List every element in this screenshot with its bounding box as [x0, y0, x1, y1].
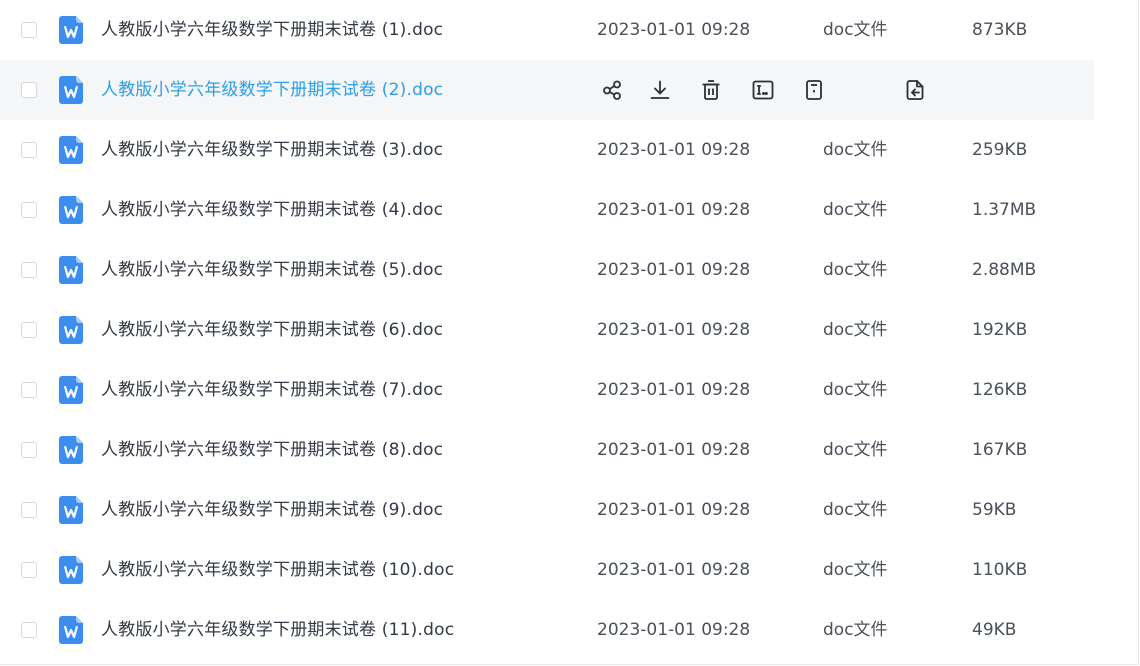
- modified-time: 2023-01-01 09:28: [597, 140, 751, 160]
- modified-time: 2023-01-01 09:28: [597, 200, 751, 220]
- file-name[interactable]: 人教版小学六年级数学下册期末试卷 (3).doc: [101, 120, 443, 180]
- file-type: doc文件: [823, 500, 888, 520]
- file-name[interactable]: 人教版小学六年级数学下册期末试卷 (10).doc: [101, 540, 454, 600]
- file-type: doc文件: [823, 560, 888, 580]
- file-size: 873KB: [972, 20, 1028, 40]
- modified-time: 2023-01-01 09:28: [597, 560, 751, 580]
- file-size: 1.37MB: [972, 200, 1037, 220]
- word-doc-icon: [59, 556, 83, 584]
- file-type: doc文件: [823, 380, 888, 400]
- file-name[interactable]: 人教版小学六年级数学下册期末试卷 (5).doc: [101, 240, 443, 300]
- file-checkbox[interactable]: [21, 22, 37, 38]
- file-info-icon[interactable]: [802, 78, 826, 102]
- file-list: 人教版小学六年级数学下册期末试卷 (1).doc 2023-01-01 09:28…: [0, 0, 1094, 660]
- file-checkbox[interactable]: [21, 262, 37, 278]
- download-icon[interactable]: [648, 78, 672, 102]
- file-type: doc文件: [823, 620, 888, 640]
- file-size: 259KB: [972, 140, 1028, 160]
- file-checkbox[interactable]: [21, 622, 37, 638]
- word-doc-icon: [59, 496, 83, 524]
- file-size: 110KB: [972, 560, 1028, 580]
- share-icon[interactable]: [600, 78, 624, 102]
- file-row[interactable]: 人教版小学六年级数学下册期末试卷 (4).doc 2023-01-01 09:28…: [0, 180, 1094, 240]
- file-name[interactable]: 人教版小学六年级数学下册期末试卷 (8).doc: [101, 420, 443, 480]
- file-row[interactable]: 人教版小学六年级数学下册期末试卷 (9).doc 2023-01-01 09:28…: [0, 480, 1094, 540]
- row-actions: [0, 60, 1094, 120]
- file-type: doc文件: [823, 260, 888, 280]
- file-name[interactable]: 人教版小学六年级数学下册期末试卷 (1).doc: [101, 0, 443, 60]
- modified-time: 2023-01-01 09:28: [597, 380, 751, 400]
- file-size: 49KB: [972, 620, 1017, 640]
- file-size: 59KB: [972, 500, 1017, 520]
- modified-time: 2023-01-01 09:28: [597, 20, 751, 40]
- file-name[interactable]: 人教版小学六年级数学下册期末试卷 (7).doc: [101, 360, 443, 420]
- file-size: 192KB: [972, 320, 1028, 340]
- word-doc-icon: [59, 256, 83, 284]
- modified-time: 2023-01-01 09:28: [597, 260, 751, 280]
- file-row[interactable]: 人教版小学六年级数学下册期末试卷 (11).doc 2023-01-01 09:2…: [0, 600, 1094, 660]
- file-name[interactable]: 人教版小学六年级数学下册期末试卷 (9).doc: [101, 480, 443, 540]
- modified-time: 2023-01-01 09:28: [597, 440, 751, 460]
- file-row[interactable]: 人教版小学六年级数学下册期末试卷 (6).doc 2023-01-01 09:28…: [0, 300, 1094, 360]
- file-row[interactable]: 人教版小学六年级数学下册期末试卷 (3).doc 2023-01-01 09:28…: [0, 120, 1094, 180]
- word-doc-icon: [59, 436, 83, 464]
- file-row[interactable]: 人教版小学六年级数学下册期末试卷 (1).doc 2023-01-01 09:28…: [0, 0, 1094, 60]
- file-name[interactable]: 人教版小学六年级数学下册期末试卷 (4).doc: [101, 180, 443, 240]
- file-checkbox[interactable]: [21, 502, 37, 518]
- word-doc-icon: [59, 376, 83, 404]
- file-size: 2.88MB: [972, 260, 1037, 280]
- file-checkbox[interactable]: [21, 382, 37, 398]
- file-type: doc文件: [823, 440, 888, 460]
- word-doc-icon: [59, 316, 83, 344]
- file-type: doc文件: [823, 140, 888, 160]
- file-row[interactable]: 人教版小学六年级数学下册期末试卷 (2).doc: [0, 60, 1094, 120]
- file-row[interactable]: 人教版小学六年级数学下册期末试卷 (8).doc 2023-01-01 09:28…: [0, 420, 1094, 480]
- delete-icon[interactable]: [699, 78, 723, 102]
- file-checkbox[interactable]: [21, 562, 37, 578]
- word-doc-icon: [59, 616, 83, 644]
- file-list-panel: 人教版小学六年级数学下册期末试卷 (1).doc 2023-01-01 09:28…: [0, 0, 1139, 665]
- modified-time: 2023-01-01 09:28: [597, 500, 751, 520]
- modified-time: 2023-01-01 09:28: [597, 320, 751, 340]
- file-checkbox[interactable]: [21, 142, 37, 158]
- word-doc-icon: [59, 136, 83, 164]
- file-type: doc文件: [823, 20, 888, 40]
- file-size: 126KB: [972, 380, 1028, 400]
- file-name[interactable]: 人教版小学六年级数学下册期末试卷 (11).doc: [101, 600, 454, 660]
- file-name[interactable]: 人教版小学六年级数学下册期末试卷 (6).doc: [101, 300, 443, 360]
- file-checkbox[interactable]: [21, 442, 37, 458]
- rename-icon[interactable]: [751, 78, 775, 102]
- file-checkbox[interactable]: [21, 202, 37, 218]
- move-file-icon[interactable]: [903, 78, 927, 102]
- file-type: doc文件: [823, 320, 888, 340]
- file-type: doc文件: [823, 200, 888, 220]
- file-row[interactable]: 人教版小学六年级数学下册期末试卷 (10).doc 2023-01-01 09:2…: [0, 540, 1094, 600]
- file-checkbox[interactable]: [21, 322, 37, 338]
- word-doc-icon: [59, 196, 83, 224]
- word-doc-icon: [59, 16, 83, 44]
- file-row[interactable]: 人教版小学六年级数学下册期末试卷 (7).doc 2023-01-01 09:28…: [0, 360, 1094, 420]
- file-row[interactable]: 人教版小学六年级数学下册期末试卷 (5).doc 2023-01-01 09:28…: [0, 240, 1094, 300]
- file-size: 167KB: [972, 440, 1028, 460]
- modified-time: 2023-01-01 09:28: [597, 620, 751, 640]
